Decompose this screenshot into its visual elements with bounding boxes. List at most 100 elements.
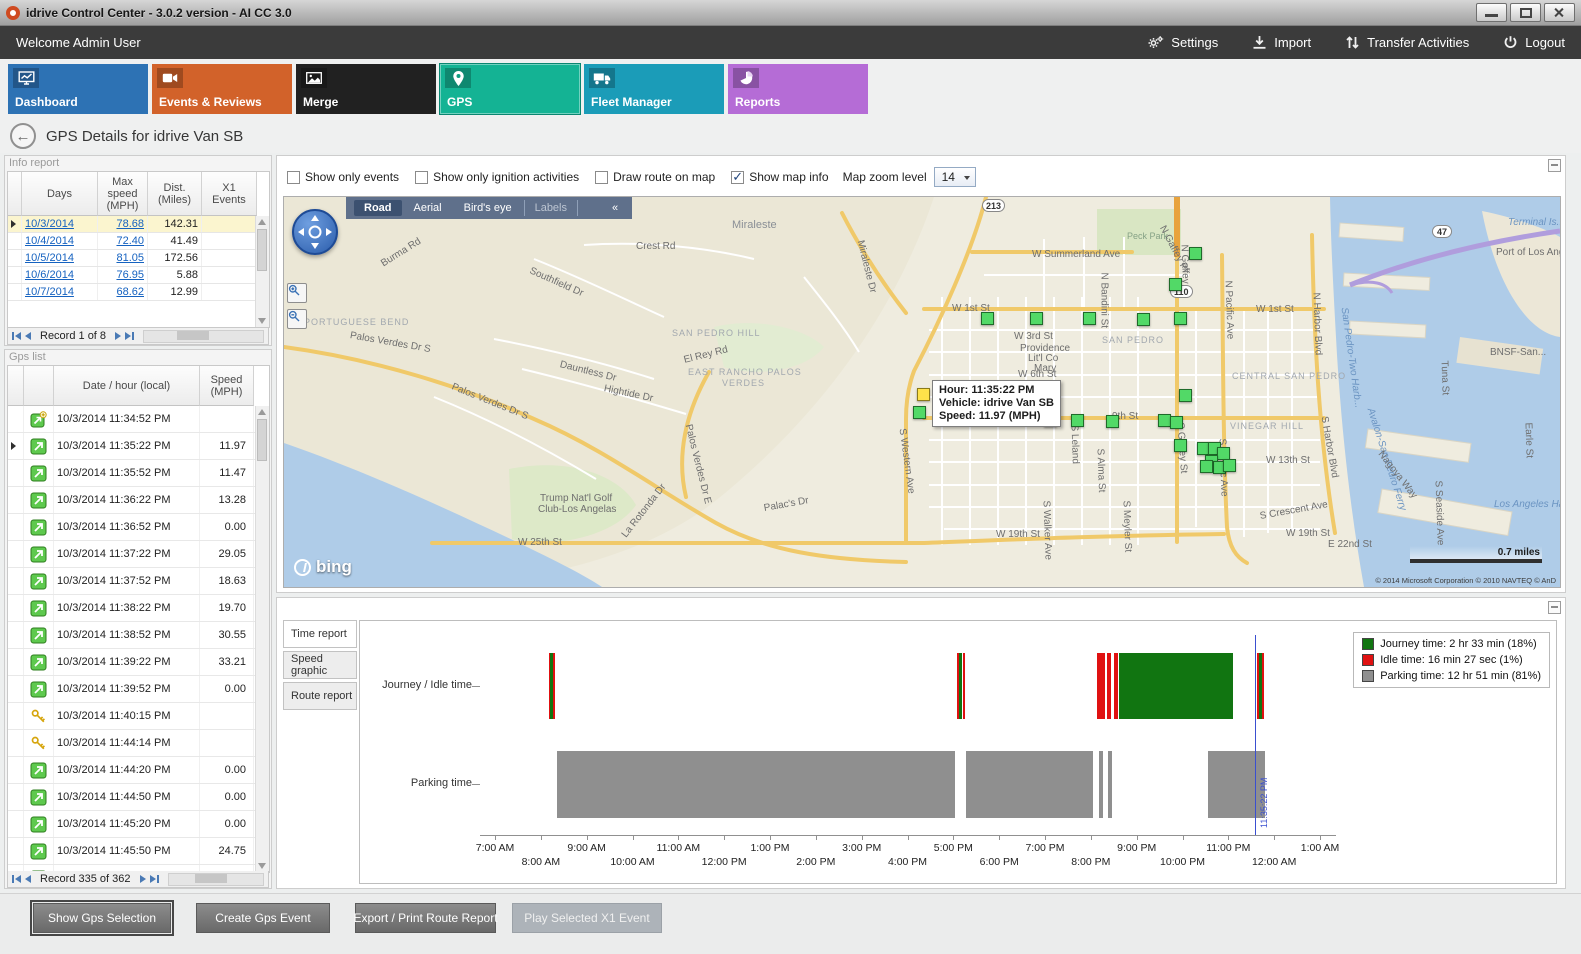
first-record-button[interactable]	[12, 332, 21, 340]
minimize-button[interactable]	[1476, 3, 1507, 22]
gps-marker[interactable]	[1200, 460, 1213, 473]
gps-marker[interactable]	[1170, 416, 1183, 429]
gps-marker[interactable]	[913, 406, 926, 419]
zoom-out-button[interactable]	[287, 309, 307, 329]
gps-list-row[interactable]: 10/3/2014 11:36:22 PM13.28	[8, 487, 269, 514]
zoom-in-button[interactable]	[287, 283, 307, 303]
info-report-row[interactable]: 10/4/201472.4041.49	[8, 233, 269, 250]
gps-list-row[interactable]: 10/3/2014 11:44:14 PM	[8, 730, 269, 757]
gps-list-row[interactable]: 10/3/2014 11:44:50 PM0.00	[8, 784, 269, 811]
column-header-x1-events[interactable]: X1 Events	[202, 172, 257, 216]
gps-marker[interactable]	[1106, 415, 1119, 428]
gps-list-row[interactable]: 10/3/2014 11:37:22 PM29.05	[8, 541, 269, 568]
map-compass-control[interactable]	[292, 209, 338, 255]
header-action-settings[interactable]: Settings	[1147, 35, 1218, 50]
gps-marker[interactable]	[1030, 312, 1043, 325]
scroll-down-icon[interactable]	[258, 863, 266, 869]
day-link[interactable]: 10/6/2014	[25, 269, 74, 281]
gps-marker[interactable]	[1169, 278, 1182, 291]
gps-list-row[interactable]: 10/3/2014 11:34:52 PM	[8, 406, 269, 433]
show-gps-selection-button[interactable]: Show Gps Selection	[33, 903, 171, 933]
info-horizontal-scrollbar[interactable]	[143, 330, 264, 343]
chart-panel-collapse-button[interactable]	[1548, 601, 1561, 614]
column-header-dist-miles[interactable]: Dist. (Miles)	[148, 172, 202, 216]
first-record-button[interactable]	[12, 875, 21, 883]
column-header-speed[interactable]: Speed (MPH)	[200, 366, 254, 406]
chart-tab-speed-graphic[interactable]: Speed graphic	[283, 651, 357, 679]
column-header-days[interactable]: Days	[22, 172, 98, 216]
back-button[interactable]: ←	[10, 123, 36, 149]
nav-tile-merge[interactable]: Merge	[296, 64, 436, 114]
gps-marker[interactable]	[1083, 312, 1096, 325]
gps-marker[interactable]	[1174, 439, 1187, 452]
map-nav-collapse-button[interactable]: «	[606, 202, 624, 214]
pan-down-icon[interactable]	[311, 243, 319, 249]
info-report-row[interactable]: 10/7/201468.6212.99	[8, 284, 269, 301]
gps-list-row[interactable]: 10/3/2014 11:35:52 PM11.47	[8, 460, 269, 487]
gps-vertical-scrollbar[interactable]	[255, 406, 269, 872]
info-report-row[interactable]: 10/5/201481.05172.56	[8, 250, 269, 267]
scroll-thumb[interactable]	[257, 229, 267, 271]
gps-marker[interactable]	[1174, 312, 1187, 325]
gps-marker[interactable]	[1179, 389, 1192, 402]
chart-tab-route-report[interactable]: Route report	[283, 682, 357, 710]
gps-marker[interactable]	[1137, 313, 1150, 326]
gps-list-row[interactable]: 10/3/2014 11:39:52 PM0.00	[8, 676, 269, 703]
gps-list-row[interactable]: 10/3/2014 11:37:52 PM18.63	[8, 568, 269, 595]
nav-tile-gps[interactable]: GPS	[440, 64, 580, 114]
last-record-button[interactable]	[125, 332, 134, 340]
map-panel-collapse-button[interactable]	[1548, 159, 1561, 172]
info-vertical-scrollbar[interactable]	[255, 216, 269, 327]
info-report-row[interactable]: 10/6/201476.955.88	[8, 267, 269, 284]
scroll-down-icon[interactable]	[258, 318, 266, 324]
nav-tile-events-reviews[interactable]: Events & Reviews	[152, 64, 292, 114]
next-record-button[interactable]	[140, 875, 146, 883]
checkbox-draw-route-on-map[interactable]: Draw route on map	[595, 170, 715, 184]
gps-list-row[interactable]: 10/3/2014 11:40:15 PM	[8, 703, 269, 730]
export-print-route-report-button[interactable]: Export / Print Route Report	[355, 903, 496, 933]
max-speed-link[interactable]: 76.95	[116, 269, 144, 281]
prev-record-button[interactable]	[25, 875, 31, 883]
gps-marker[interactable]	[1071, 414, 1084, 427]
header-action-transfer-activities[interactable]: Transfer Activities	[1345, 35, 1469, 50]
gps-horizontal-scrollbar[interactable]	[168, 873, 264, 886]
map-style-labels[interactable]: Labels	[524, 200, 578, 216]
column-header-date-hour[interactable]: Date / hour (local)	[54, 366, 200, 406]
gps-list-row[interactable]: 10/3/2014 11:35:22 PM11.97	[8, 433, 269, 460]
scroll-thumb[interactable]	[177, 331, 209, 340]
scroll-thumb[interactable]	[257, 419, 267, 461]
gps-marker[interactable]	[1189, 247, 1202, 260]
max-speed-link[interactable]: 68.62	[116, 286, 144, 298]
day-link[interactable]: 10/3/2014	[25, 218, 74, 230]
gps-list-row[interactable]: 10/3/2014 11:38:52 PM30.55	[8, 622, 269, 649]
gps-list-row[interactable]: 10/3/2014 11:45:50 PM24.75	[8, 838, 269, 865]
gps-list-row[interactable]: 10/3/2014 11:44:20 PM0.00	[8, 757, 269, 784]
nav-tile-reports[interactable]: Reports	[728, 64, 868, 114]
scroll-up-icon[interactable]	[258, 409, 266, 415]
gps-marker[interactable]	[981, 312, 994, 325]
map-style-aerial[interactable]: Aerial	[404, 200, 452, 216]
max-speed-link[interactable]: 78.68	[116, 218, 144, 230]
maximize-button[interactable]	[1510, 3, 1541, 22]
max-speed-link[interactable]: 72.40	[116, 235, 144, 247]
scroll-thumb[interactable]	[195, 874, 227, 883]
gps-list-row[interactable]: 10/3/2014 11:38:22 PM19.70	[8, 595, 269, 622]
chart-tab-time-report[interactable]: Time report	[283, 620, 357, 648]
gps-marker[interactable]	[1223, 459, 1236, 472]
pan-up-icon[interactable]	[311, 215, 319, 221]
header-action-logout[interactable]: Logout	[1503, 35, 1565, 50]
day-link[interactable]: 10/4/2014	[25, 235, 74, 247]
close-button[interactable]	[1544, 3, 1575, 22]
gps-list-row[interactable]: 10/3/2014 11:45:20 PM0.00	[8, 811, 269, 838]
map-style-road[interactable]: Road	[354, 200, 402, 216]
checkbox-show-only-ignition-activities[interactable]: Show only ignition activities	[415, 170, 579, 184]
day-link[interactable]: 10/7/2014	[25, 286, 74, 298]
pan-right-icon[interactable]	[326, 228, 332, 236]
checkbox-show-map-info[interactable]: Show map info	[731, 170, 828, 184]
last-record-button[interactable]	[150, 875, 159, 883]
checkbox-show-only-events[interactable]: Show only events	[287, 170, 399, 184]
pan-left-icon[interactable]	[298, 228, 304, 236]
info-report-row[interactable]: 10/3/201478.68142.31	[8, 216, 269, 233]
gps-list-row[interactable]: 10/3/2014 11:39:22 PM33.21	[8, 649, 269, 676]
next-record-button[interactable]	[115, 332, 121, 340]
